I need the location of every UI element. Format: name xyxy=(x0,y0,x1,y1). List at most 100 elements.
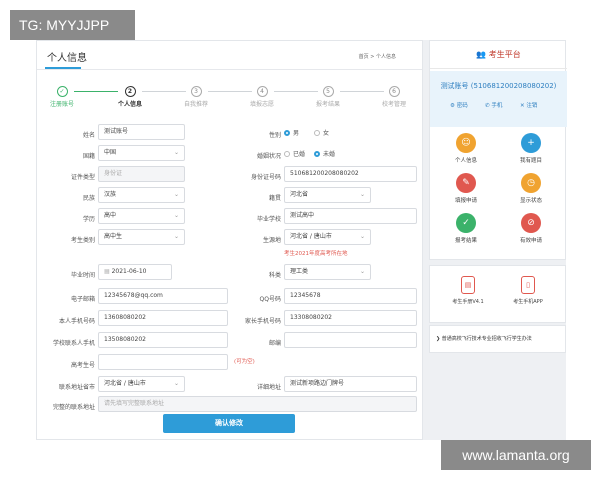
account-area xyxy=(430,71,567,127)
notice-text: 普通高校飞行技术专业招收飞行学生办法 xyxy=(441,336,532,342)
nation-select[interactable]: 中国 ⌄ xyxy=(98,145,185,161)
gradtime-field[interactable]: ▦ 2021-06-10 xyxy=(98,264,172,280)
notice-link[interactable]: ❯ 普通高校飞行技术专业招收飞行学生办法 xyxy=(436,335,532,342)
school-field[interactable]: 测试高中 xyxy=(284,208,417,224)
category-select[interactable]: 高中生 ⌄ xyxy=(98,229,185,245)
menu-personal-info[interactable]: ☺ 个人信息 xyxy=(444,133,488,164)
action-label: 手机 xyxy=(491,103,503,109)
native-select[interactable]: 河北省 ⌄ xyxy=(284,187,371,203)
idnum-field[interactable]: 510681200208080202 xyxy=(284,166,417,182)
platform-header: 👥 考生平台 xyxy=(430,41,567,69)
calendar-icon: ▦ xyxy=(104,268,112,275)
step-number: 5 xyxy=(322,86,334,97)
subject-value: 理工类 xyxy=(290,268,309,275)
qq-field[interactable]: 12345678 xyxy=(284,288,417,304)
chevron-down-icon: ⌄ xyxy=(359,268,365,275)
sidebar: 👥 考生平台 测试账号 (510681200208080202) ⚙ 密码 ✆ … xyxy=(429,40,567,440)
menu-label: 显示状态 xyxy=(519,198,542,204)
menu-valid-apply[interactable]: ⊘ 有效申请 xyxy=(509,213,553,244)
native-value: 河北省 xyxy=(290,191,309,198)
step-apply[interactable]: 4 填报志愿 xyxy=(242,86,282,108)
menu-label: 填报申请 xyxy=(454,198,477,204)
address-label: 详细地址 xyxy=(256,384,281,391)
menu-label: 我有题目 xyxy=(519,158,542,164)
qq-label: QQ号码 xyxy=(259,296,281,303)
manual-label: 考生手册V4.1 xyxy=(452,299,484,305)
examno-label: 高考生号 xyxy=(70,362,95,369)
gender-male-radio[interactable]: 男 xyxy=(284,128,299,137)
plus-icon: + xyxy=(521,133,541,153)
step-label: 填报志愿 xyxy=(249,101,274,108)
origin-select[interactable]: 河北省 / 唐山市 ⌄ xyxy=(284,229,371,245)
clock-icon: ◷ xyxy=(521,173,541,193)
breadcrumb[interactable]: 首页 > 个人信息 xyxy=(359,53,396,60)
contact-select[interactable]: 河北省 / 唐山市 ⌄ xyxy=(98,376,185,392)
marital-label: 婚姻状况 xyxy=(256,153,281,160)
step-label: 自我推荐 xyxy=(183,101,208,108)
radio-dot xyxy=(284,130,290,136)
step-number: 4 xyxy=(256,86,268,97)
account-name: 测试账号 (510681200208080202) xyxy=(440,82,557,90)
chevron-down-icon: ⌄ xyxy=(359,233,365,240)
page-stage: 个人信息 首页 > 个人信息 ✓ 注册账号 2 个人信息 3 自我推荐 4 填报… xyxy=(36,40,567,440)
name-field[interactable]: 测试账号 xyxy=(98,124,185,140)
subject-label: 科类 xyxy=(268,272,281,279)
step-number: 6 xyxy=(388,86,400,97)
edu-select[interactable]: 高中 ⌄ xyxy=(98,208,185,224)
chevron-down-icon: ⌄ xyxy=(173,149,179,156)
menu-result[interactable]: ✓ 报考结果 xyxy=(444,213,488,244)
step-register[interactable]: ✓ 注册账号 xyxy=(42,86,82,108)
parent-phone-label: 家长手机号码 xyxy=(244,318,281,325)
gradtime-value: 2021-06-10 xyxy=(111,268,147,275)
logout-link[interactable]: ✕ 注销 xyxy=(520,101,537,109)
postcode-field[interactable] xyxy=(284,332,417,348)
step-label: 校考管理 xyxy=(381,101,406,108)
gender-female-radio[interactable]: 女 xyxy=(314,128,329,137)
mobile-field[interactable]: 13608080202 xyxy=(98,310,228,326)
email-field[interactable]: 12345678@qq.com xyxy=(98,288,228,304)
step-personal-info[interactable]: 2 个人信息 xyxy=(110,86,150,108)
examno-field[interactable] xyxy=(98,354,228,370)
step-school-exam[interactable]: 6 校考管理 xyxy=(374,86,414,108)
subject-select[interactable]: 理工类 ⌄ xyxy=(284,264,371,280)
radio-label: 女 xyxy=(323,130,330,137)
menu-topics[interactable]: + 我有题目 xyxy=(509,133,553,164)
step-result[interactable]: 5 报考结果 xyxy=(308,86,348,108)
address-field[interactable]: 测试新项路边门牌号 xyxy=(284,376,417,392)
password-link[interactable]: ⚙ 密码 xyxy=(450,101,468,109)
contact-label: 联系地址省市 xyxy=(58,384,95,391)
chevron-down-icon: ⌄ xyxy=(173,380,179,387)
confirm-button[interactable]: 确认修改 xyxy=(163,414,295,433)
mobile-label: 本人手机号码 xyxy=(58,318,95,325)
step-self-recommend[interactable]: 3 自我推荐 xyxy=(176,86,216,108)
menu-label: 个人信息 xyxy=(454,158,477,164)
edu-value: 高中 xyxy=(104,212,117,219)
radio-dot xyxy=(314,151,320,157)
menu-status[interactable]: ◷ 显示状态 xyxy=(509,173,553,204)
menu-apply[interactable]: ✎ 填报申请 xyxy=(444,173,488,204)
watermark-bottom: www.lamanta.org xyxy=(441,440,591,470)
step-check-icon: ✓ xyxy=(56,86,68,97)
main-panel: 个人信息 首页 > 个人信息 ✓ 注册账号 2 个人信息 3 自我推荐 4 填报… xyxy=(36,40,423,440)
teacher-phone-field[interactable]: 13508080202 xyxy=(98,332,228,348)
full-address-field: 请先填写完整联系地址 xyxy=(98,396,417,412)
chevron-down-icon: ⌄ xyxy=(173,191,179,198)
phone-link[interactable]: ✆ 手机 xyxy=(485,101,502,109)
chevron-down-icon: ⌄ xyxy=(173,212,179,219)
school-label: 毕业学校 xyxy=(256,216,281,223)
ban-icon: ⊘ xyxy=(521,213,541,233)
edit-icon: ✎ xyxy=(456,173,476,193)
notice-card: ❯ 普通高校飞行技术专业招收飞行学生办法 xyxy=(429,325,566,353)
parent-phone-field[interactable]: 13308080202 xyxy=(284,310,417,326)
step-number: 2 xyxy=(124,86,136,97)
marital-single-radio[interactable]: 未婚 xyxy=(314,149,335,158)
ethnic-label: 民族 xyxy=(82,195,95,202)
manual-download[interactable]: ▤ 考生手册V4.1 xyxy=(438,276,498,305)
manual-icon: ▤ xyxy=(461,276,475,294)
app-download[interactable]: ▯ 考生手机APP xyxy=(498,276,558,305)
contact-value: 河北省 / 唐山市 xyxy=(104,380,146,387)
platform-card: 👥 考生平台 测试账号 (510681200208080202) ⚙ 密码 ✆ … xyxy=(429,40,567,260)
marital-married-radio[interactable]: 已婚 xyxy=(284,149,305,158)
ethnic-select[interactable]: 汉族 ⌄ xyxy=(98,187,185,203)
user-icon: ☺ xyxy=(456,133,476,153)
